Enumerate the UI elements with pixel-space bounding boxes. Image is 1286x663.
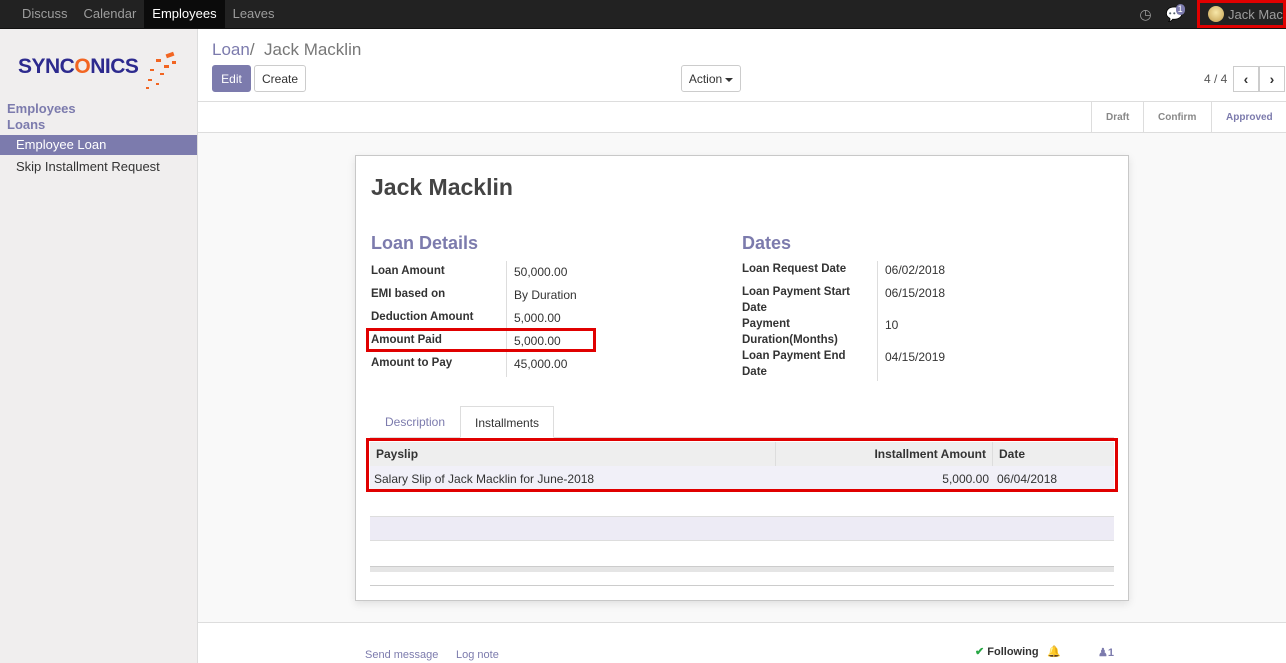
field-label: Loan Amount <box>371 265 445 277</box>
menu-calendar[interactable]: Calendar <box>76 0 145 28</box>
loan-details-title: Loan Details <box>371 233 479 253</box>
bell-icon[interactable]: 🔔 <box>1047 645 1061 658</box>
field-label: Loan Request Date <box>742 263 847 275</box>
record-title: Jack Macklin <box>371 174 513 200</box>
field-label: Loan Payment End Date <box>742 350 846 378</box>
field-value: 06/02/2018 <box>885 263 946 277</box>
status-bar: Draft Confirm Approved <box>198 102 1286 133</box>
breadcrumb-parent[interactable]: Loan <box>212 40 250 59</box>
sidebar-item-employee-loan[interactable]: Employee Loan <box>0 135 197 155</box>
logo-wordmark: SYNCONICS <box>18 55 139 78</box>
clock-icon[interactable]: ◷ <box>1139 6 1151 23</box>
form-view: Draft Confirm Approved Jack Macklin Loan… <box>198 101 1286 663</box>
top-navbar: Discuss Calendar Employees Leaves ◷ 💬 1 J… <box>0 0 1286 29</box>
breadcrumb-current: Jack Macklin <box>264 40 362 59</box>
action-dropdown[interactable]: Action <box>681 65 741 92</box>
following-button[interactable]: ✔ Following <box>975 645 1039 658</box>
avatar <box>1208 6 1224 22</box>
log-note-button[interactable]: Log note <box>456 649 499 661</box>
field-value: 45,000.00 <box>514 357 568 371</box>
menu-employees[interactable]: Employees <box>144 0 225 28</box>
create-button[interactable]: Create <box>254 65 306 92</box>
tab-description[interactable]: Description <box>371 406 459 438</box>
sidebar-category-employees[interactable]: Employees <box>7 101 76 116</box>
stage-draft[interactable]: Draft <box>1091 102 1143 133</box>
form-sheet: Jack Macklin Loan Details Dates Loan Amo… <box>355 155 1129 601</box>
chevron-left-icon: ‹ <box>1243 71 1249 87</box>
followers-button[interactable]: ♟1 <box>1098 646 1114 659</box>
pager-next-button[interactable]: › <box>1259 66 1285 92</box>
edit-button[interactable]: Edit <box>212 65 251 92</box>
field-value: 50,000.00 <box>514 265 568 279</box>
logo-dots-icon <box>146 51 176 89</box>
menu-leaves[interactable]: Leaves <box>225 0 283 28</box>
chatter <box>198 622 1286 663</box>
divider <box>370 585 1114 586</box>
sidebar-item-skip-installment[interactable]: Skip Installment Request <box>0 157 197 177</box>
field-label: Amount to Pay <box>371 357 453 369</box>
user-name: Jack Macklin <box>1228 6 1283 22</box>
caret-down-icon <box>725 77 734 82</box>
company-logo: SYNCONICS <box>18 51 178 95</box>
check-icon: ✔ <box>975 646 985 658</box>
table-footer <box>370 566 1114 572</box>
field-value: 06/15/2018 <box>885 286 946 300</box>
dates-title: Dates <box>742 233 792 253</box>
menu-discuss[interactable]: Discuss <box>14 0 76 28</box>
breadcrumb-sep: / <box>249 40 255 59</box>
sidebar-category-loans[interactable]: Loans <box>7 117 45 132</box>
action-label: Action <box>688 71 723 86</box>
divider <box>506 261 507 377</box>
sidebar: SYNCONICS Employees Loans Employee Loan … <box>0 29 198 663</box>
chevron-right-icon: › <box>1269 71 1275 87</box>
field-label: Payment Duration(Months) <box>742 318 838 346</box>
app-menu: Discuss Calendar Employees Leaves <box>14 0 283 28</box>
stage-confirm[interactable]: Confirm <box>1143 102 1210 133</box>
highlight-box <box>366 438 1118 492</box>
messages-icon[interactable]: 💬 1 <box>1166 3 1185 23</box>
user-menu[interactable]: Jack Macklin <box>1197 0 1286 28</box>
field-value: 10 <box>885 318 899 332</box>
field-label: EMI based on <box>371 288 446 300</box>
field-value: 5,000.00 <box>514 311 561 325</box>
stage-approved[interactable]: Approved <box>1211 102 1286 133</box>
field-value: By Duration <box>514 288 577 302</box>
send-message-button[interactable]: Send message <box>365 649 438 661</box>
field-label: Loan Payment Start Date <box>742 286 850 314</box>
field-value: 04/15/2019 <box>885 350 946 364</box>
pager-value: 4 / 4 <box>1204 72 1228 86</box>
breadcrumb: Loan/ Jack Macklin <box>212 40 361 60</box>
systray: ◷ 💬1 Jack Macklin <box>1139 0 1286 28</box>
user-icon: ♟ <box>1098 647 1108 659</box>
highlight-box <box>366 328 596 352</box>
table-row-empty <box>370 516 1114 541</box>
tab-installments[interactable]: Installments <box>460 406 555 438</box>
pager-previous-button[interactable]: ‹ <box>1233 66 1259 92</box>
divider <box>877 261 878 381</box>
field-label: Deduction Amount <box>371 311 474 323</box>
messages-badge: 1 <box>1175 3 1185 15</box>
